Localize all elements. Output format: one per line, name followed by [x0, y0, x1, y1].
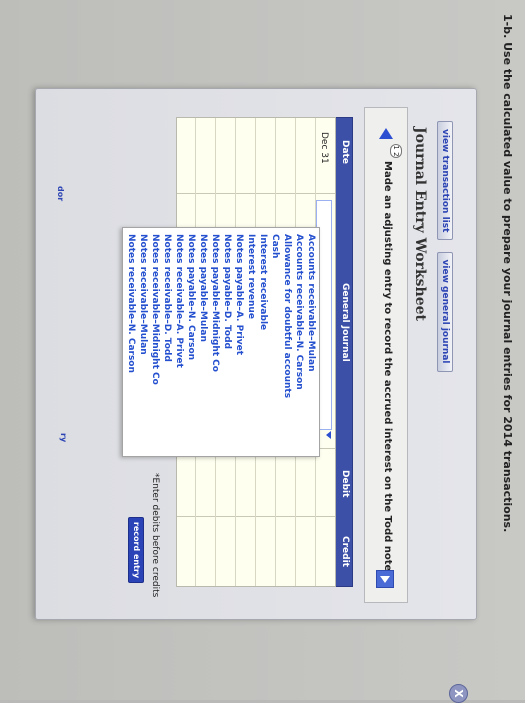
step-indicator: 1 2 [390, 144, 402, 158]
dropdown-option[interactable]: Notes payable–D. Todd [221, 228, 233, 456]
close-icon[interactable]: X [449, 684, 468, 703]
grid-divider [177, 193, 335, 194]
col-header-debit: Debit [340, 470, 350, 498]
worksheet-title: Journal Entry Worksheet [412, 127, 428, 321]
col-header-date: Date [340, 140, 350, 164]
col-header-general-journal: General Journal [340, 283, 350, 362]
screen: 1-b. Use the calculated value to prepare… [0, 0, 525, 703]
journal-entry-panel: view transaction list view general journ… [35, 88, 477, 703]
entry-navigator: 1 2 Made an adjusting entry to record th… [364, 107, 408, 603]
date-cell[interactable]: Dec 31 [319, 132, 329, 164]
tab-bar: view transaction list view general journ… [437, 121, 458, 378]
next-arrow-icon[interactable] [376, 570, 394, 588]
instruction-text: 1-b. Use the calculated value to prepare… [501, 14, 514, 533]
dropdown-option[interactable]: Notes receivable–A. Privet [173, 228, 185, 456]
dropdown-option[interactable]: Interest receivable [257, 228, 269, 456]
dropdown-option[interactable]: Notes payable–Mulan [197, 228, 209, 456]
tab-transaction-list[interactable]: view transaction list [437, 121, 453, 241]
chevron-down-icon[interactable] [326, 431, 331, 439]
account-dropdown-list: Accounts receivable–Mulan Accounts recei… [122, 227, 320, 457]
dropdown-option[interactable]: Notes receivable–N. Carson [125, 228, 137, 456]
dropdown-option[interactable]: Notes payable–Midnight Co [209, 228, 221, 456]
partial-button-text[interactable]: dor [56, 186, 65, 201]
dropdown-option[interactable]: Allowance for doubtful accounts [281, 228, 293, 456]
dropdown-option[interactable]: Notes receivable–D. Todd [161, 228, 173, 456]
dropdown-option[interactable]: Accounts receivable–N. Carson [293, 228, 305, 456]
tab-general-journal[interactable]: view general journal [437, 251, 453, 372]
dropdown-option[interactable]: Notes receivable–Midnight Co [149, 228, 161, 456]
previous-arrow-icon[interactable] [379, 128, 393, 139]
record-entry-button[interactable]: record entry [128, 517, 144, 583]
partial-button-text[interactable]: ry [59, 433, 68, 442]
dropdown-option[interactable]: Accounts receivable–Mulan [305, 228, 317, 456]
grid-header: Date General Journal Debit Credit [335, 117, 353, 587]
dropdown-option[interactable]: Notes receivable–Mulan [137, 228, 149, 456]
dropdown-option[interactable]: Notes payable–A. Privet [233, 228, 245, 456]
dropdown-option[interactable]: Interest revenue [245, 228, 257, 456]
task-instruction: Made an adjusting entry to record the ac… [382, 161, 393, 576]
dropdown-option[interactable]: Cash [269, 228, 281, 456]
debits-note: *Enter debits before credits [150, 473, 160, 598]
grid-divider [177, 516, 335, 517]
dropdown-option[interactable]: Notes payable–N. Carson [185, 228, 197, 456]
col-header-credit: Credit [340, 536, 350, 567]
